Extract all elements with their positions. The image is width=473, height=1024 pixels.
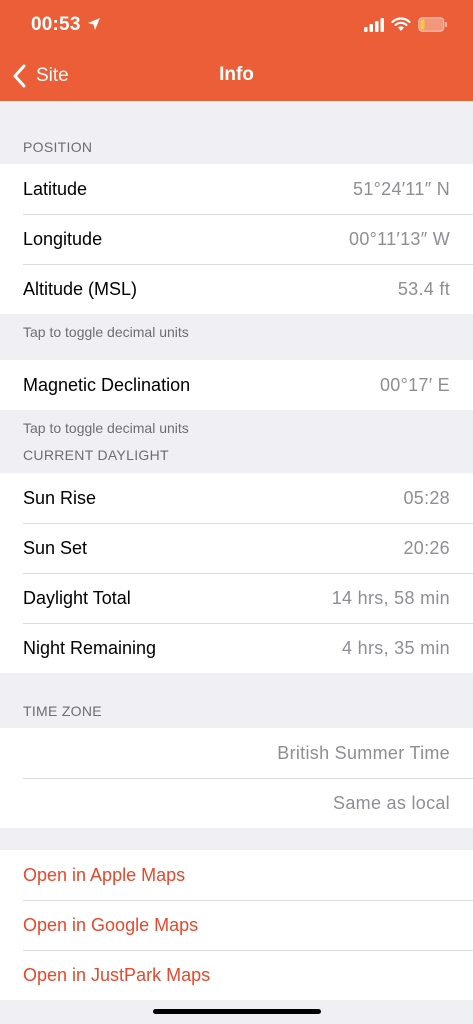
row-value: 51°24′11″ N [353,178,450,199]
section-header-time-zone: TIME ZONE [23,703,102,719]
row-value: 00°11′13″ W [349,228,450,249]
battery-low-icon [418,17,447,32]
open-google-maps-button[interactable]: Open in Google Maps [0,900,473,950]
map-links-group: Open in Apple Maps Open in Google Maps O… [0,850,473,1000]
time-zone-group: British Summer Time Same as local [0,728,473,828]
section-header-daylight: CURRENT DAYLIGHT [23,447,169,463]
wifi-icon [391,17,411,31]
row-value: 53.4 ft [397,278,450,299]
row-label: Altitude (MSL) [23,278,138,299]
row-value: 05:28 [403,487,450,508]
status-bar: 00:53 [0,0,473,50]
time-zone-offset-row: Same as local [0,778,473,828]
header-bar: 00:53 Site Info [0,0,473,101]
daylight-total-row: Daylight Total 14 hrs, 58 min [0,573,473,623]
link-label: Open in Apple Maps [23,864,186,885]
row-label: Daylight Total [23,587,131,608]
page-title: Info [219,64,254,85]
magnetic-footer-note: Tap to toggle decimal units [23,420,189,436]
row-label: Night Remaining [23,637,157,658]
open-apple-maps-button[interactable]: Open in Apple Maps [0,850,473,900]
open-justpark-maps-button[interactable]: Open in JustPark Maps [0,950,473,1000]
row-label: Latitude [23,178,88,199]
section-header-position: POSITION [23,139,93,155]
latitude-row[interactable]: Latitude 51°24′11″ N [0,164,473,214]
bottom-strip [0,1018,473,1024]
link-label: Open in JustPark Maps [23,964,211,985]
row-label: Sun Set [23,537,88,558]
magnetic-declination-row[interactable]: Magnetic Declination 00°17′ E [0,360,473,410]
sunrise-row: Sun Rise 05:28 [0,473,473,523]
magnetic-group: Magnetic Declination 00°17′ E [0,360,473,410]
row-value: Same as local [333,792,450,813]
row-label: Sun Rise [23,487,97,508]
longitude-row[interactable]: Longitude 00°11′13″ W [0,214,473,264]
cellular-signal-icon [364,18,384,32]
link-label: Open in Google Maps [23,914,199,935]
daylight-group: Sun Rise 05:28 Sun Set 20:26 Daylight To… [0,473,473,673]
row-value: 14 hrs, 58 min [331,587,450,608]
status-time: 00:53 [31,14,81,35]
position-footer-note: Tap to toggle decimal units [23,324,189,340]
altitude-row[interactable]: Altitude (MSL) 53.4 ft [0,264,473,314]
info-list: POSITION Latitude 51°24′11″ N Longitude … [0,101,473,1000]
sunset-row: Sun Set 20:26 [0,523,473,573]
row-value: 4 hrs, 35 min [342,637,450,658]
position-group: Latitude 51°24′11″ N Longitude 00°11′13″… [0,164,473,314]
navigation-bar: Site Info [0,50,473,101]
row-value: 20:26 [403,537,450,558]
row-value: British Summer Time [277,742,450,763]
row-label: Magnetic Declination [23,374,191,395]
time-zone-name-row: British Summer Time [0,728,473,778]
row-value: 00°17′ E [379,374,450,395]
night-remaining-row: Night Remaining 4 hrs, 35 min [0,623,473,673]
location-arrow-icon [88,18,100,30]
home-indicator[interactable] [153,1009,321,1014]
row-label: Longitude [23,228,103,249]
